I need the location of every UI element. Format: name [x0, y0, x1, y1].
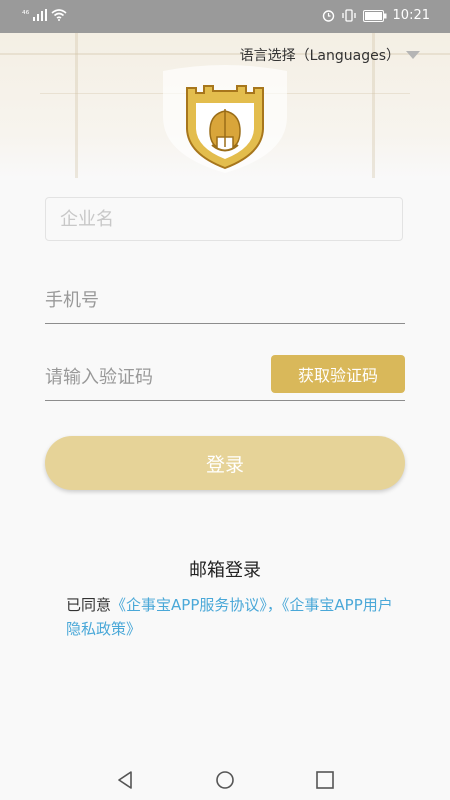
email-login-link[interactable]: 邮箱登录 [0, 556, 450, 582]
status-right: 10:21 [322, 8, 430, 23]
banner-decoration [75, 33, 78, 178]
home-circle-icon[interactable] [214, 769, 236, 791]
signal-icon [33, 9, 48, 21]
company-name-input[interactable] [45, 197, 403, 241]
get-code-button[interactable]: 获取验证码 [271, 355, 405, 393]
clock: 10:21 [392, 8, 430, 23]
agreement-separator: ， [266, 596, 282, 614]
back-triangle-icon[interactable] [114, 769, 136, 791]
service-agreement-link[interactable]: 《企事宝APP服务协议》 [111, 596, 267, 614]
status-left: ⁴⁶ [22, 9, 67, 21]
status-bar: ⁴⁶ 10:21 [0, 0, 450, 33]
network-type-label: ⁴⁶ [22, 10, 30, 20]
agreement-text: 已同意《企事宝APP服务协议》，《企事宝APP用户隐私政策》 [66, 593, 396, 641]
navigation-bar [0, 760, 450, 800]
recents-square-icon[interactable] [314, 769, 336, 791]
alarm-icon [322, 10, 334, 22]
agree-prefix: 已同意 [66, 596, 112, 614]
vibrate-icon [341, 9, 356, 22]
phone-input[interactable] [45, 278, 405, 324]
login-button[interactable]: 登录 [45, 436, 405, 490]
wifi-icon [51, 9, 67, 21]
caret-down-icon [406, 51, 420, 59]
battery-icon [362, 9, 387, 22]
header-banner: 语言选择（Languages） [0, 33, 450, 178]
helmet-shield-logo [163, 65, 287, 173]
